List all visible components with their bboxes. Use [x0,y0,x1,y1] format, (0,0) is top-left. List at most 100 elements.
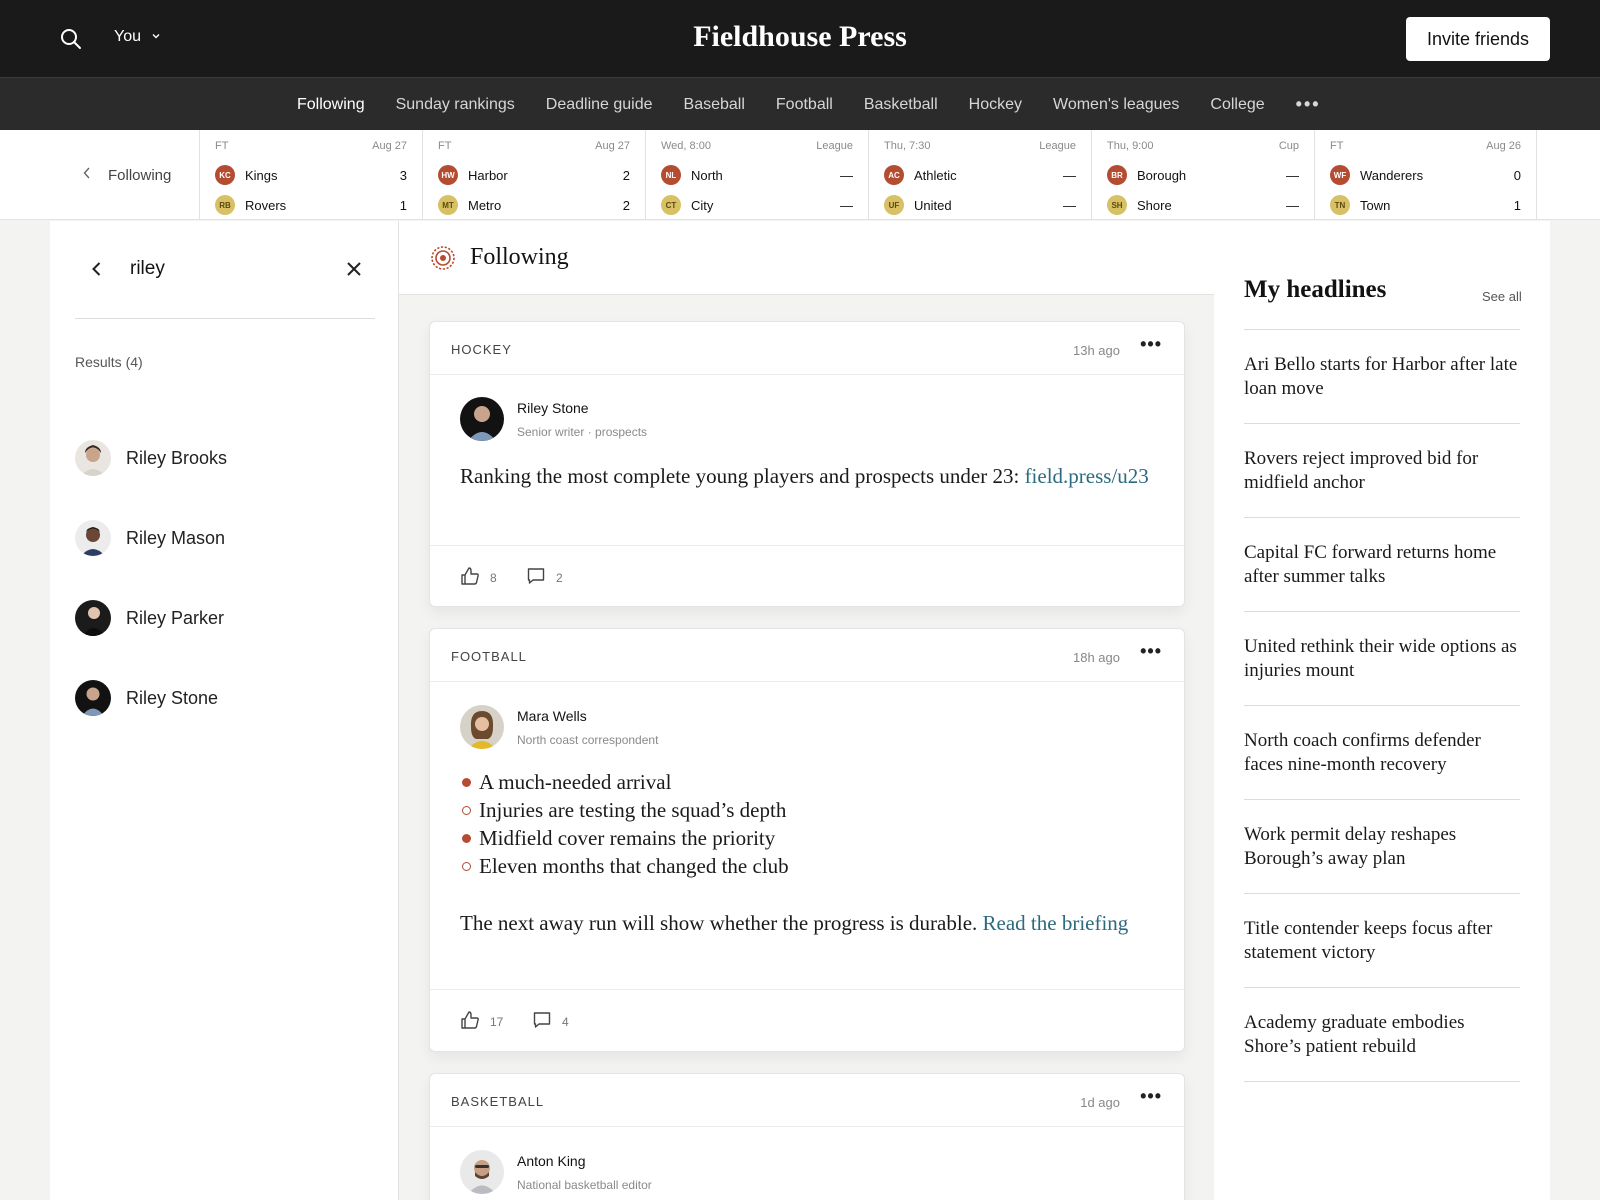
result-name: Riley Stone [126,687,219,708]
nav-item-college[interactable]: College [1210,96,1264,114]
nav-item-basketball[interactable]: Basketball [864,96,938,114]
score-card[interactable]: FT Aug 27 HW Harbor 2 MT Metro 2 [422,130,645,220]
invite-friends-button[interactable]: Invite friends [1406,17,1550,61]
game-status: Wed, 8:00 [661,140,711,152]
game-info: League [816,140,853,152]
score-card[interactable]: Thu, 9:00 Cup BR Borough — SH Shore — [1091,130,1314,220]
nav-item-hockey[interactable]: Hockey [969,96,1022,114]
search-result[interactable]: Riley Brooks [75,436,375,480]
result-name: Riley Parker [126,607,225,628]
headline-item[interactable]: United rethink their wide options as inj… [1244,635,1520,683]
team-name: Metro [468,197,502,213]
comment-button[interactable]: 2 [526,566,563,589]
close-icon[interactable] [343,258,365,280]
score-card[interactable]: FT Aug 27 KC Kings 3 RB Rovers 1 [199,130,422,220]
brand-logo[interactable]: Fieldhouse Press [693,20,907,53]
list-item: A much-needed arrival [460,768,1150,796]
scores-strip: Following FT Aug 27 KC Kings 3 RB Rovers 1 FT… [0,130,1600,220]
feed-header: Following [399,221,1214,295]
team-score: — [1286,167,1299,183]
card-timestamp: 18h ago [1073,650,1120,665]
avatar [75,680,111,716]
headlines-panel: My headlines See all Ari Bello starts fo… [1214,221,1550,1200]
back-arrow-icon[interactable] [87,259,107,279]
search-input[interactable] [130,253,330,285]
team-name: Shore [1137,197,1172,213]
feed-card: HOCKEY 13h ago ••• Riley Stone Senior wr… [429,321,1185,607]
list-item-text: A much-needed arrival [479,770,672,794]
headline-item[interactable]: Title contender keeps focus after statem… [1244,917,1520,965]
game-info: League [1039,140,1076,152]
comment-count: 2 [556,570,563,585]
scores-back-label: Following [108,166,172,184]
list-item-text: Eleven months that changed the club [479,854,789,878]
divider [1244,423,1520,424]
divider [1244,329,1520,330]
scores-back-button[interactable]: Following [82,130,171,220]
comment-icon [526,566,546,589]
headline-item[interactable]: Ari Bello starts for Harbor after late l… [1244,353,1520,401]
team-name: North [691,167,723,183]
card-body: The next away run will show whether the … [460,909,1150,937]
top-bar: You Fieldhouse Press Invite friends [0,0,1600,77]
like-button[interactable]: 8 [460,566,497,589]
divider [1244,1081,1520,1082]
headline-item[interactable]: North coach confirms defender faces nine… [1244,729,1520,777]
author-role: National basketball editor [517,1178,652,1192]
team-score: — [1063,197,1076,213]
team-badge: CT [661,195,681,215]
headline-item[interactable]: Capital FC forward returns home after su… [1244,541,1520,589]
nav-item-deadline-guide[interactable]: Deadline guide [546,96,653,114]
comment-button[interactable]: 4 [532,1010,569,1033]
team-score: 1 [399,197,407,213]
card-bullet-list: A much-needed arrival Injuries are testi… [460,768,1150,880]
score-card[interactable]: Thu, 7:30 League AC Athletic — UF United — [868,130,1091,220]
team-badge: AC [884,165,904,185]
author-role: North coast correspondent [517,733,659,747]
search-bar [75,221,375,319]
list-item: Eleven months that changed the club [460,852,1150,880]
search-icon[interactable] [59,27,83,51]
game-status: Thu, 7:30 [884,140,931,152]
nav-item-baseball[interactable]: Baseball [684,96,745,114]
following-icon [430,245,456,271]
score-card[interactable]: Wed, 8:00 League NL North — CT City — [645,130,868,220]
thumbs-up-icon [460,1010,480,1033]
search-result[interactable]: Riley Stone [75,676,375,720]
more-options-icon[interactable]: ••• [1140,334,1162,355]
game-info: Aug 26 [1486,140,1521,152]
list-item-text: Midfield cover remains the priority [479,826,776,850]
headlines-title: My headlines [1244,276,1387,303]
nav-item-sunday-rankings[interactable]: Sunday rankings [396,96,515,114]
card-actions: 17 4 [430,989,1184,1051]
card-author[interactable]: Anton King National basketball editor [460,1150,652,1196]
nav-item-football[interactable]: Football [776,96,833,114]
following-feed: Following HOCKEY 13h ago ••• Riley Stone… [399,221,1214,1200]
nav-item-following[interactable]: Following [297,96,365,114]
card-timestamp: 1d ago [1080,1095,1120,1110]
more-options-icon[interactable]: ••• [1140,1086,1162,1107]
headline-item[interactable]: Academy graduate embodies Shore’s patien… [1244,1011,1520,1059]
card-link[interactable]: field.press/u23 [1025,464,1149,488]
like-button[interactable]: 17 [460,1010,503,1033]
score-card[interactable]: FT Aug 26 WF Wanderers 0 TN Town 1 [1314,130,1537,220]
card-author[interactable]: Mara Wells North coast correspondent [460,705,658,751]
search-result[interactable]: Riley Parker [75,596,375,640]
team-badge: NL [661,165,681,185]
team-badge: RB [215,195,235,215]
headline-item[interactable]: Rovers reject improved bid for midfield … [1244,447,1520,495]
team-score: 0 [1513,167,1521,183]
like-count: 17 [490,1014,504,1029]
search-result[interactable]: Riley Mason [75,516,375,560]
more-options-icon[interactable]: ••• [1140,641,1162,662]
headline-item[interactable]: Work permit delay reshapes Borough’s awa… [1244,823,1520,871]
card-author[interactable]: Riley Stone Senior writer · prospects [460,397,647,443]
team-name: United [914,197,952,213]
bullet-filled-icon [462,833,471,843]
card-link[interactable]: Read the briefing [983,911,1129,935]
team-name: City [691,197,714,213]
nav-item-womens-leagues[interactable]: Women's leagues [1053,96,1179,114]
see-all-link[interactable]: See all [1482,289,1522,304]
user-menu[interactable]: You [114,28,161,46]
nav-more-icon[interactable]: ••• [1296,94,1321,115]
